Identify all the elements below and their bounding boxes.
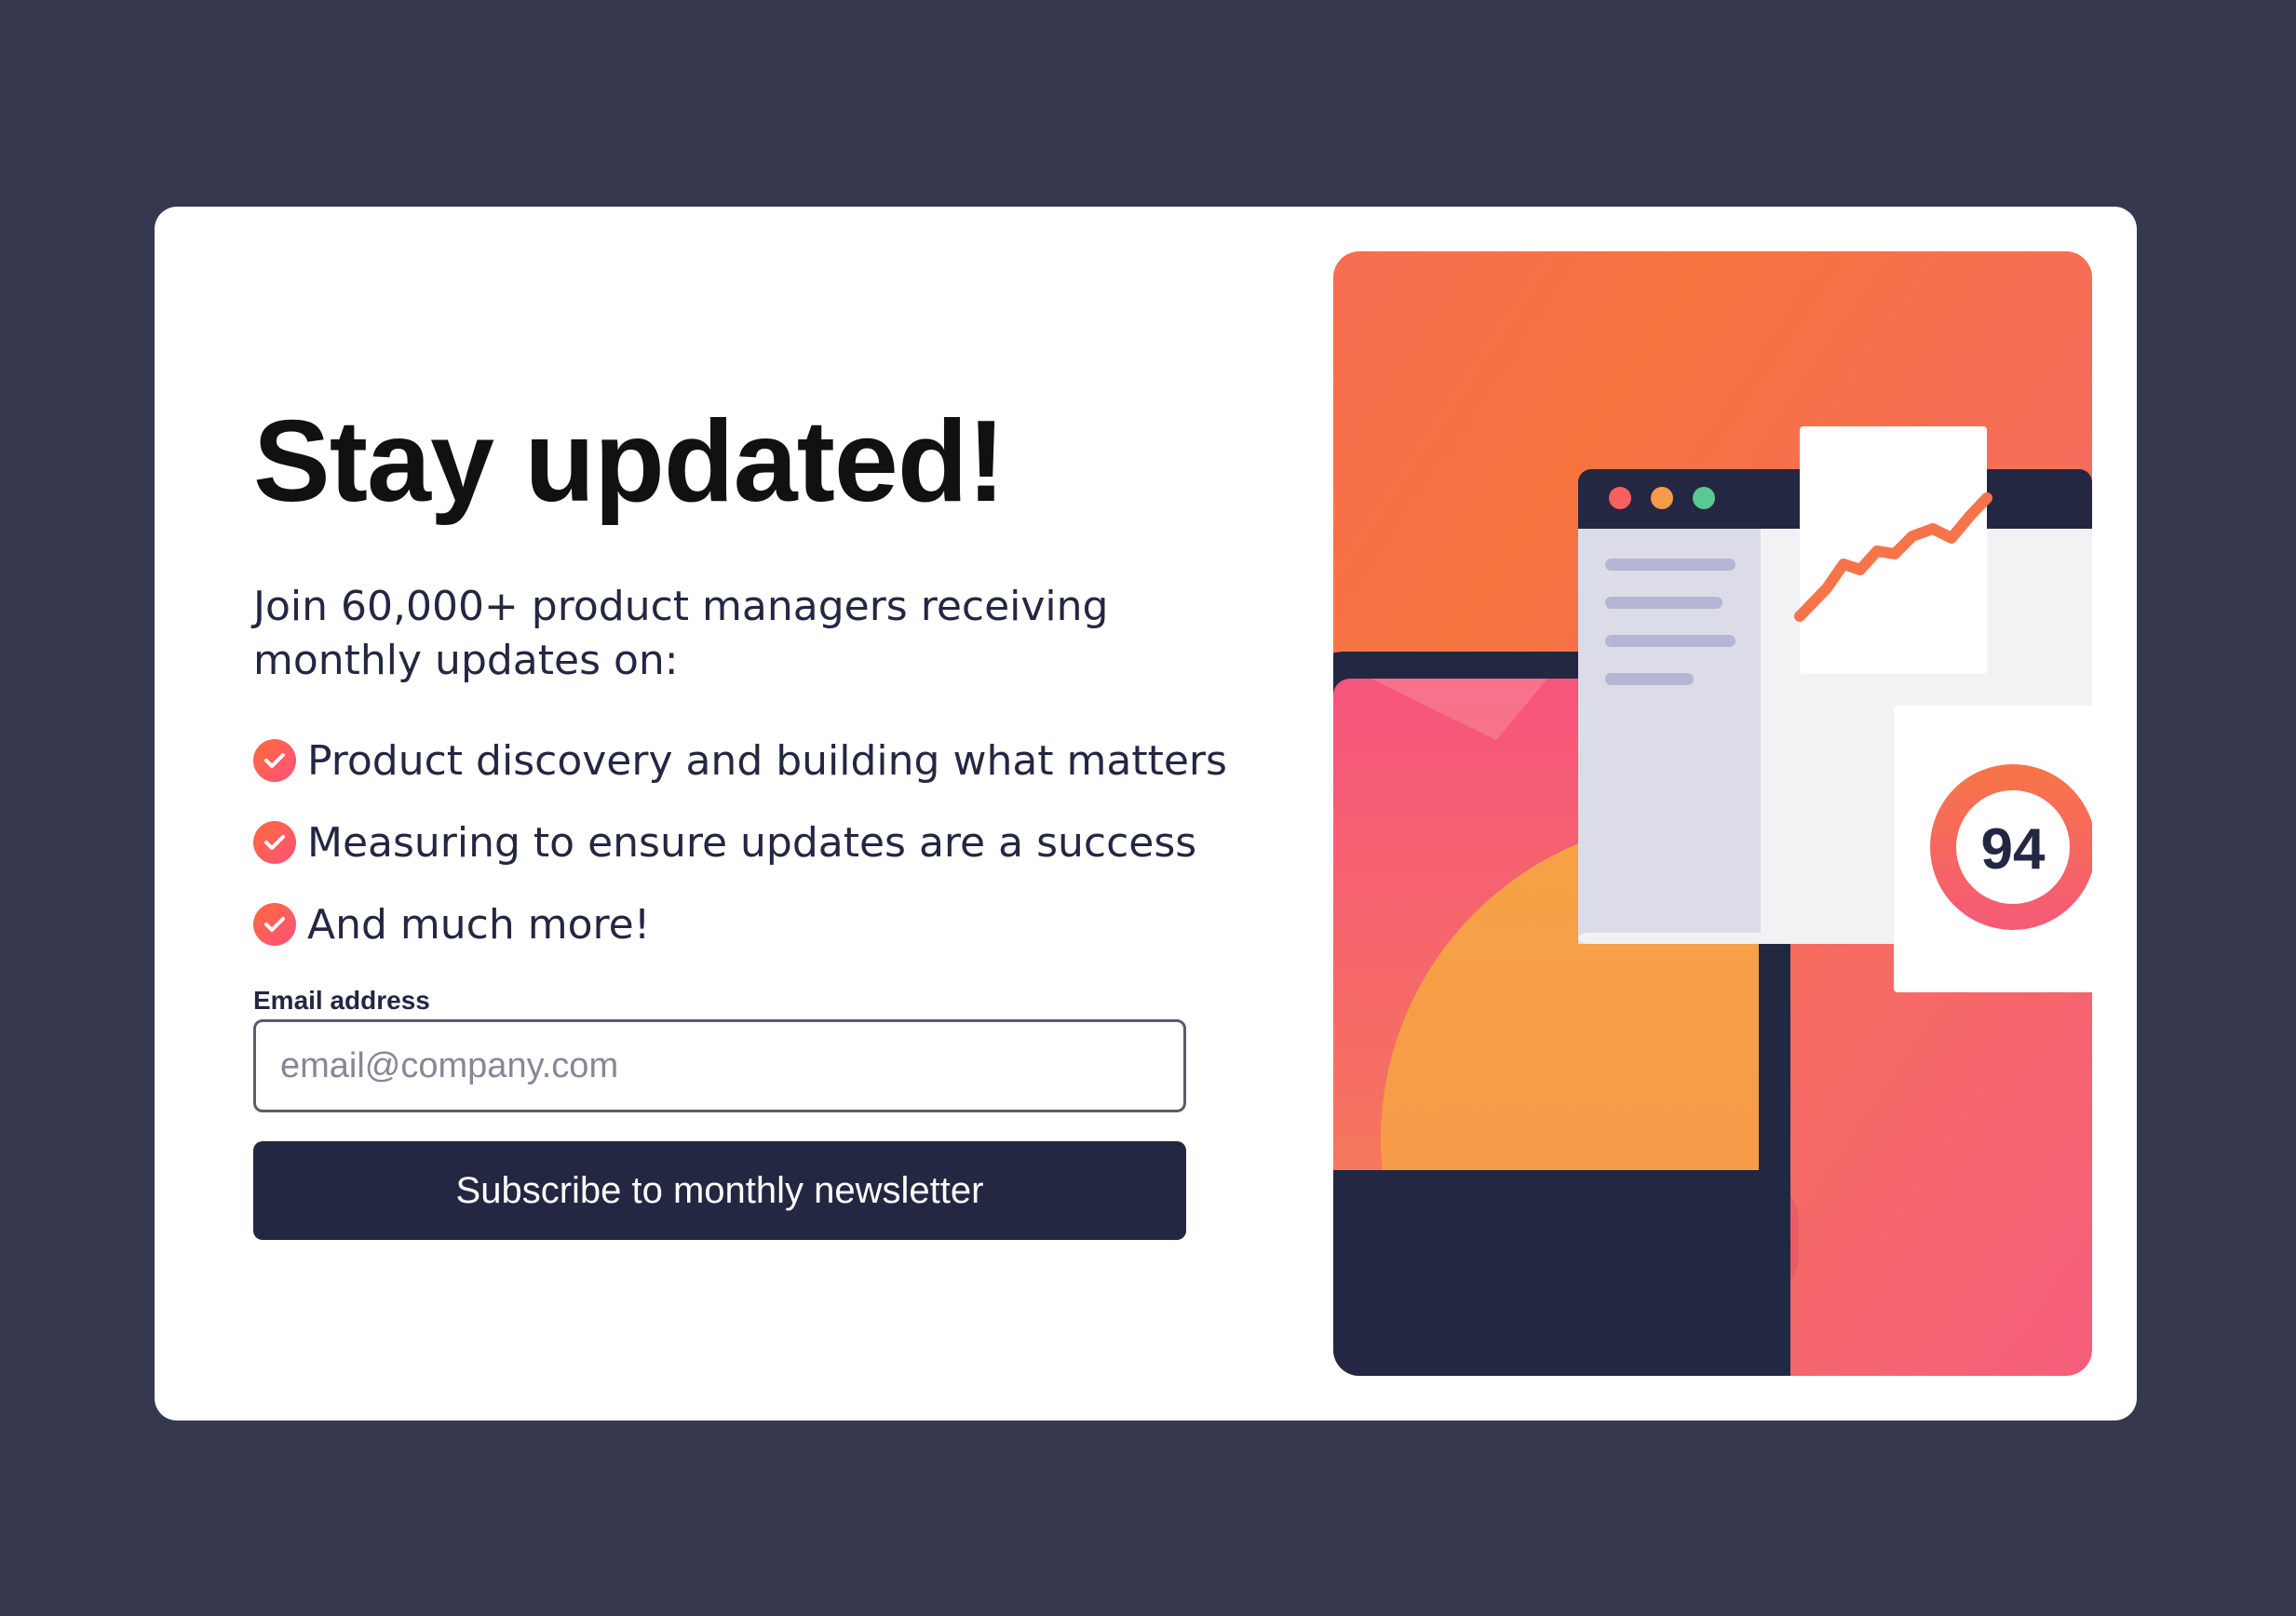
close-dot-icon (1609, 487, 1631, 509)
list-item: And much more! (253, 883, 1277, 965)
score-value: 94 (1981, 817, 2046, 882)
intro-text: Join 60,000+ product managers receiving … (253, 583, 1109, 684)
check-icon (253, 903, 296, 946)
signup-card: Stay updated! Join 60,000+ product manag… (155, 207, 2137, 1421)
list-item: Measuring to ensure updates are a succes… (253, 801, 1277, 883)
list-item: Product discovery and building what matt… (253, 720, 1277, 801)
minimize-dot-icon (1651, 487, 1673, 509)
email-label: Email address (253, 986, 430, 1015)
check-icon (253, 821, 296, 864)
page-title: Stay updated! (253, 397, 1006, 526)
maximize-dot-icon (1693, 487, 1715, 509)
hero-illustration: 94 (1333, 251, 2092, 1376)
benefit-list: Product discovery and building what matt… (253, 720, 1277, 965)
check-icon (253, 739, 296, 782)
benefit-text: Measuring to ensure updates are a succes… (307, 818, 1197, 867)
subscribe-button[interactable]: Subscribe to monthly newsletter (253, 1141, 1186, 1240)
signup-content: Stay updated! Join 60,000+ product manag… (253, 404, 1277, 1240)
benefit-text: And much more! (307, 900, 651, 949)
email-field[interactable] (253, 1019, 1186, 1112)
score-card: 94 (1894, 706, 2092, 992)
growth-chart-card (1794, 426, 1992, 674)
benefit-text: Product discovery and building what matt… (307, 736, 1227, 785)
